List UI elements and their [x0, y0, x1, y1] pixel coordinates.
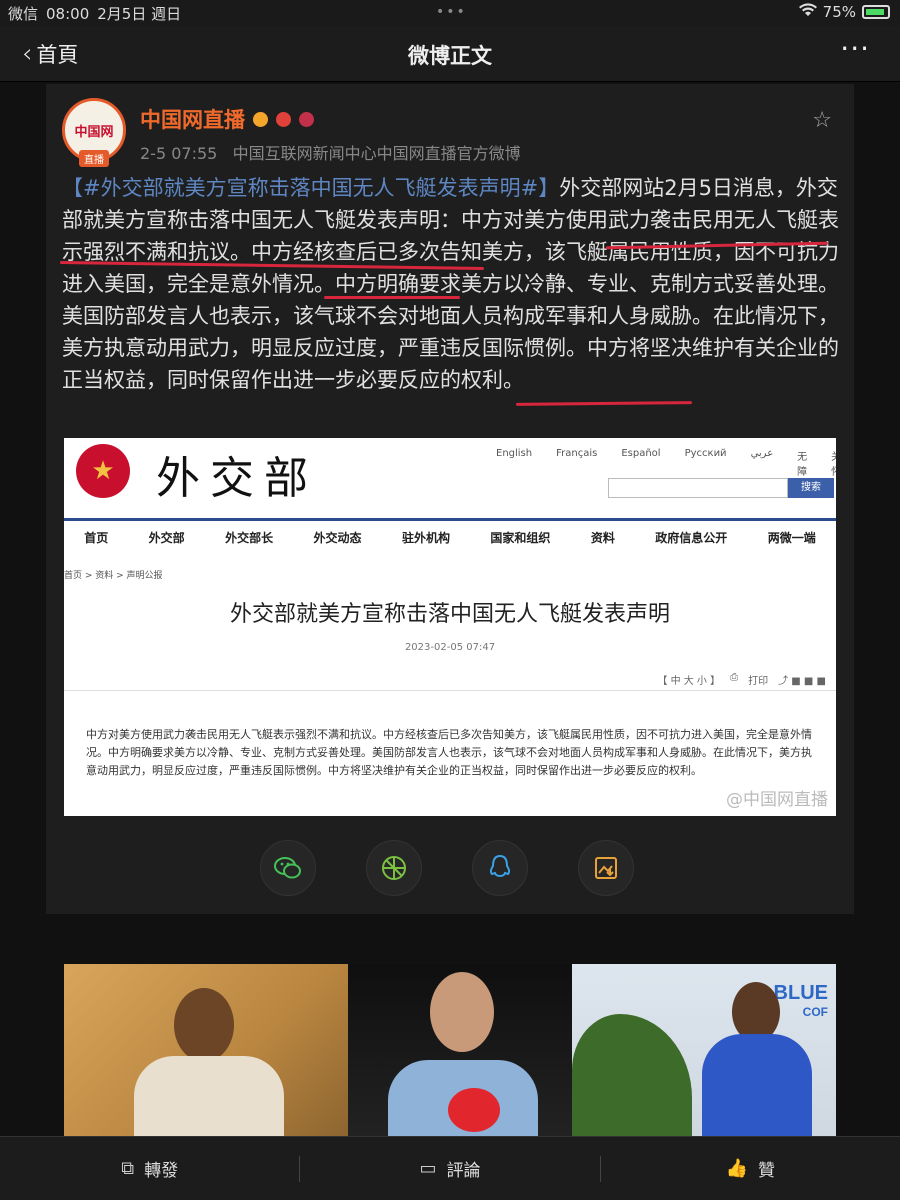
wechat-share-button[interactable] — [260, 840, 316, 896]
comment-label: 評論 — [446, 1161, 481, 1181]
person-image — [702, 1034, 812, 1136]
lang-link: English — [496, 448, 533, 459]
live-badge: 直播 — [79, 150, 109, 167]
qq-icon — [489, 854, 511, 877]
person-image — [174, 988, 234, 1062]
divider — [64, 690, 836, 691]
print-icon: ⎙ — [730, 672, 739, 683]
status-bar: 微信 08:00 2月5日 週日 ••• 75% — [0, 0, 900, 26]
battery-percent: 75% — [822, 3, 856, 21]
mfa-nav: 首页 外交部 外交部长 外交动态 驻外机构 国家和组织 资料 政府信息公开 两微… — [64, 518, 836, 554]
mfa-nav-item: 政府信息公开 — [655, 531, 728, 545]
mfa-nav-item: 外交部长 — [225, 531, 274, 545]
fan-badge-icon — [276, 111, 291, 127]
hashtag-link[interactable]: 【#外交部就美方宣称击落中国无人飞艇发表声明#】 — [62, 176, 559, 200]
wifi-icon — [798, 3, 817, 21]
article-tools: 【 中 大 小 】 ⎙ 打印 ⤴ ■ ■ ■ — [657, 672, 826, 687]
article-title: 外交部就美方宣称击落中国无人飞艇发表声明 — [229, 602, 670, 627]
nav-bar: ‹ 首頁 微博正文 ··· — [0, 26, 900, 82]
author-name-row[interactable]: 中国网直播 — [140, 104, 314, 134]
lang-link: Français — [556, 448, 598, 459]
store-sign-sub: COF — [802, 1005, 828, 1019]
qq-share-button[interactable] — [472, 840, 528, 896]
person-image — [430, 972, 494, 1052]
post-card: 中国网 直播 中国网直播 2-5 07:55 中国互联网新闻中心中国网直播官方微… — [46, 84, 854, 914]
bottom-toolbar: ⧉ 轉發 ▭ 評論 👍 贊 — [0, 1136, 900, 1200]
author-name[interactable]: 中国网直播 — [140, 104, 245, 134]
mfa-nav-item: 首页 — [84, 531, 109, 545]
post-time: 2-5 07:55 — [140, 144, 218, 163]
moments-share-button[interactable] — [366, 840, 422, 896]
mfa-header: ★ 外交部 English Français Español Русский ع… — [64, 438, 836, 516]
carrier-label: 微信 — [8, 5, 39, 23]
status-right: 75% — [798, 3, 890, 21]
save-image-button[interactable] — [578, 840, 634, 896]
wechat-icon — [274, 857, 301, 879]
page-title: 微博正文 — [408, 44, 492, 68]
post-body: 【#外交部就美方宣称击落中国无人飞艇发表声明#】外交部网站2月5日消息，外交部就… — [62, 172, 842, 396]
site-logo: 外交部 — [156, 453, 318, 504]
avatar[interactable]: 中国网 直播 — [62, 98, 126, 167]
mfa-nav-item: 驻外机构 — [401, 531, 450, 545]
mfa-nav-item: 外交部 — [148, 531, 185, 545]
avatar-logo-text: 中国网 — [74, 124, 114, 140]
like-label: 贊 — [758, 1161, 776, 1181]
search-button: 搜索 — [788, 478, 834, 498]
breadcrumb: 首页 > 资料 > 声明公报 — [64, 571, 163, 581]
status-left: 微信 08:00 2月5日 週日 — [8, 3, 181, 24]
embedded-screenshot[interactable]: ★ 外交部 English Français Español Русский ع… — [64, 438, 836, 816]
like-button[interactable]: 👍 贊 — [601, 1137, 900, 1200]
save-image-icon — [595, 857, 617, 879]
rec-image[interactable] — [348, 964, 572, 1136]
store-sign-text: BLUE — [773, 982, 828, 1004]
comment-icon: ▭ — [419, 1158, 437, 1179]
comment-button[interactable]: ▭ 評論 — [300, 1137, 599, 1200]
mfa-nav-item: 外交动态 — [313, 531, 362, 545]
mfa-nav-item: 两微一端 — [767, 531, 816, 545]
red-underline — [324, 296, 460, 299]
recommendations: BLUE COF — [64, 964, 836, 1136]
person-image — [732, 982, 780, 1042]
national-emblem-icon: ★ — [76, 444, 130, 498]
palm-tree-image — [572, 1014, 692, 1136]
search-input — [608, 478, 788, 498]
store-sign: BLUE COF — [774, 982, 828, 1019]
repost-icon: ⧉ — [121, 1158, 135, 1179]
rec-image[interactable] — [64, 964, 348, 1136]
post-source: 中国互联网新闻中心中国网直播官方微博 — [232, 144, 521, 163]
more-icon[interactable]: ··· — [840, 32, 870, 65]
like-icon: 👍 — [725, 1158, 749, 1179]
member-badge-icon — [253, 111, 268, 127]
share-row — [260, 840, 634, 896]
post-meta: 2-5 07:55 中国互联网新闻中心中国网直播官方微博 — [140, 140, 521, 164]
rose-image — [448, 1088, 500, 1132]
watermark: @中国网直播 — [726, 790, 828, 810]
article-date: 2023-02-05 07:47 — [404, 642, 496, 653]
rec-image[interactable]: BLUE COF — [572, 964, 836, 1136]
clock-date: 2月5日 週日 — [97, 5, 182, 23]
moments-icon — [382, 856, 406, 880]
font-size-controls: 【 中 大 小 】 — [657, 676, 721, 687]
post-text: 外交部网站2月5日消息，外交部就美方宣称击落中国无人飞艇发表声明：中方对美方使用… — [62, 176, 839, 392]
print-label: 打印 — [748, 676, 769, 687]
repost-button[interactable]: ⧉ 轉發 — [0, 1137, 299, 1200]
mfa-nav-item: 国家和组织 — [490, 531, 551, 545]
star-icon[interactable]: ☆ — [812, 108, 832, 133]
clock-time: 08:00 — [46, 4, 90, 23]
person-image — [134, 1056, 284, 1136]
verified-badge-icon — [299, 111, 314, 127]
mfa-nav-item: 资料 — [590, 531, 615, 545]
share-icons: ⤴ ■ ■ ■ — [778, 676, 826, 687]
repost-label: 轉發 — [144, 1161, 179, 1181]
red-underline — [515, 401, 693, 406]
battery-icon — [862, 5, 890, 19]
multitask-dots-icon: ••• — [436, 4, 467, 20]
article-body: 中方对美方使用武力袭击民用无人飞艇表示强烈不满和抗议。中方经核查后已多次告知美方… — [86, 728, 812, 777]
